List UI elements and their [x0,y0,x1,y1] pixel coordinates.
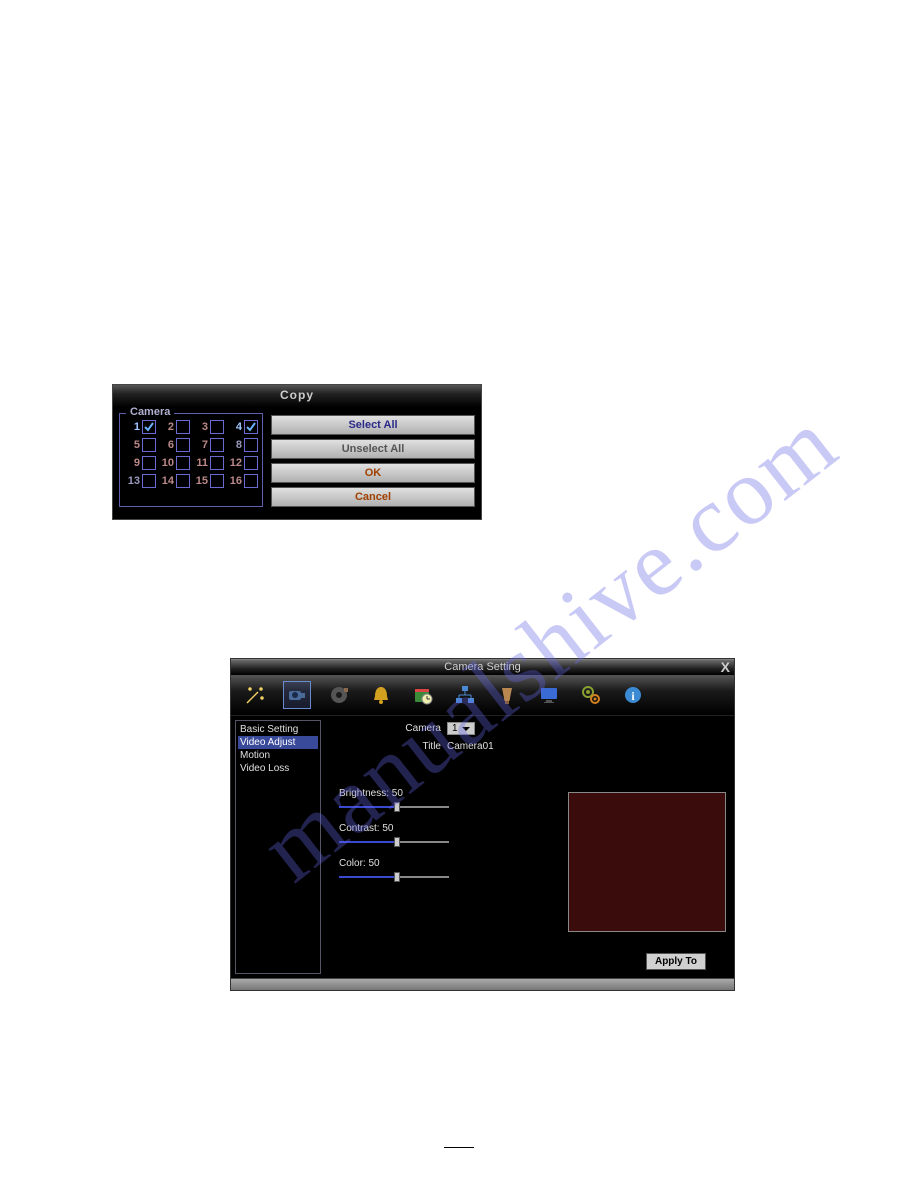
camera-legend: Camera [126,406,174,418]
unselect-all-button[interactable]: Unselect All [271,439,475,459]
sidebar-item-motion[interactable]: Motion [238,749,318,762]
camera-number: 12 [226,457,242,469]
page-divider [444,1147,474,1148]
camera-setting-dialog: Camera Setting X i Basic SettingVideo Ad… [230,658,735,991]
camera-checkbox-6[interactable] [176,438,190,452]
camera-number: 8 [226,439,242,451]
main-panel: Camera 1 Title Camera01 Brightness: 50 [325,716,734,978]
copy-dialog-title: Copy [113,385,481,407]
camera-cell-6: 6 [158,438,190,452]
sidebar-item-video-adjust[interactable]: Video Adjust [238,736,318,749]
camera-label: Camera [333,723,441,734]
camera-checkbox-8[interactable] [244,438,258,452]
camera-icon[interactable] [283,681,311,709]
apply-to-button[interactable]: Apply To [646,953,706,970]
contrast-slider[interactable] [339,838,449,846]
system-icon[interactable] [577,681,605,709]
camera-cell-16: 16 [226,474,258,488]
ptz-icon[interactable] [493,681,521,709]
camera-cell-3: 3 [192,420,224,434]
camera-number: 15 [192,475,208,487]
camera-checkbox-16[interactable] [244,474,258,488]
toolbar: i [231,675,734,716]
cancel-button[interactable]: Cancel [271,487,475,507]
camera-checkbox-10[interactable] [176,456,190,470]
camera-cell-5: 5 [124,438,156,452]
select-all-button[interactable]: Select All [271,415,475,435]
camera-number: 4 [226,421,242,433]
dialog-title: Camera Setting [444,661,520,673]
camera-cell-1: 1 [124,420,156,434]
camera-cell-12: 12 [226,456,258,470]
network-icon[interactable] [451,681,479,709]
camera-checkbox-1[interactable] [142,420,156,434]
camera-cell-15: 15 [192,474,224,488]
camera-checkbox-7[interactable] [210,438,224,452]
color-slider[interactable] [339,873,449,881]
camera-checkbox-4[interactable] [244,420,258,434]
sidebar-item-video-loss[interactable]: Video Loss [238,762,318,775]
alarm-icon[interactable] [367,681,395,709]
camera-checkbox-12[interactable] [244,456,258,470]
camera-checkbox-14[interactable] [176,474,190,488]
camera-number: 5 [124,439,140,451]
wizard-icon[interactable] [241,681,269,709]
camera-cell-7: 7 [192,438,224,452]
info-icon[interactable]: i [619,681,647,709]
sidebar: Basic SettingVideo AdjustMotionVideo Los… [235,720,321,974]
camera-number: 1 [124,421,140,433]
camera-group: Camera 12345678910111213141516 [119,413,263,507]
camera-cell-13: 13 [124,474,156,488]
camera-dropdown[interactable]: 1 [447,722,475,735]
copy-dialog: Copy Camera 12345678910111213141516 Sele… [112,384,482,520]
camera-checkbox-9[interactable] [142,456,156,470]
video-preview [568,792,726,932]
camera-cell-14: 14 [158,474,190,488]
camera-cell-8: 8 [226,438,258,452]
camera-checkbox-2[interactable] [176,420,190,434]
camera-checkbox-13[interactable] [142,474,156,488]
camera-number: 16 [226,475,242,487]
camera-number: 11 [192,457,208,469]
title-value: Camera01 [447,741,494,752]
camera-number: 14 [158,475,174,487]
record-icon[interactable] [325,681,353,709]
camera-number: 13 [124,475,140,487]
sidebar-item-basic-setting[interactable]: Basic Setting [238,723,318,736]
title-label: Title [333,741,441,752]
camera-cell-11: 11 [192,456,224,470]
camera-number: 10 [158,457,174,469]
camera-cell-10: 10 [158,456,190,470]
dialog-titlebar: Camera Setting X [231,659,734,675]
brightness-slider[interactable] [339,803,449,811]
ok-button[interactable]: OK [271,463,475,483]
camera-number: 9 [124,457,140,469]
camera-cell-2: 2 [158,420,190,434]
schedule-icon[interactable] [409,681,437,709]
camera-dropdown-value: 1 [452,723,458,734]
camera-checkbox-5[interactable] [142,438,156,452]
camera-checkbox-15[interactable] [210,474,224,488]
status-bar [231,978,734,990]
camera-number: 3 [192,421,208,433]
camera-number: 2 [158,421,174,433]
display-icon[interactable] [535,681,563,709]
camera-cell-9: 9 [124,456,156,470]
chevron-down-icon [462,727,470,731]
close-icon[interactable]: X [721,659,730,675]
camera-checkbox-11[interactable] [210,456,224,470]
camera-checkbox-3[interactable] [210,420,224,434]
camera-number: 6 [158,439,174,451]
camera-cell-4: 4 [226,420,258,434]
camera-number: 7 [192,439,208,451]
